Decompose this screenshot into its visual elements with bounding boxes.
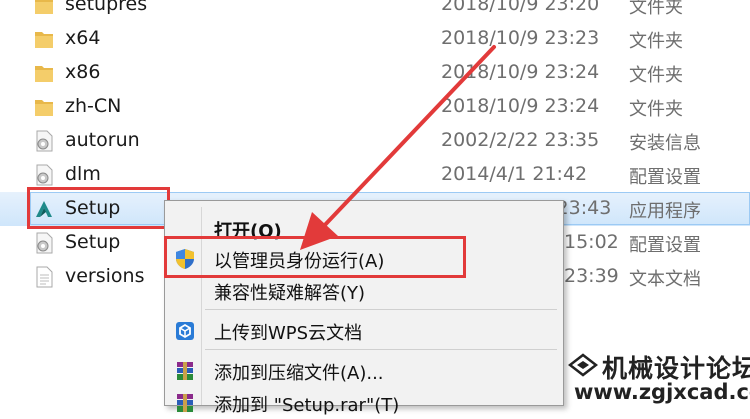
settings-file-icon	[36, 232, 53, 254]
file-row-setupres[interactable]: setupres 2018/10/9 23:20 文件夹	[0, 0, 750, 22]
file-row-zh-cn[interactable]: zh-CN 2018/10/9 23:24 文件夹	[0, 90, 750, 124]
watermark-url: www.zgjxcad.com	[574, 380, 750, 404]
file-name: x64	[65, 27, 101, 49]
file-type: 文件夹	[629, 65, 683, 86]
file-name: autorun	[65, 129, 140, 151]
folder-icon	[35, 32, 53, 48]
winrar-icon	[177, 394, 193, 412]
file-type: 文本文档	[629, 269, 701, 290]
menu-item-label: 添加到 "Setup.rar"(T)	[214, 395, 400, 416]
file-date: 23:39	[564, 265, 619, 287]
file-name: setupres	[65, 0, 148, 15]
file-row-autorun[interactable]: autorun 2002/2/22 23:35 安装信息	[0, 124, 750, 158]
file-type: 安装信息	[629, 133, 701, 154]
run-as-admin-highlight-box	[164, 236, 466, 278]
file-name: versions	[65, 265, 145, 287]
file-date: 15:02	[564, 231, 619, 253]
text-file-icon	[36, 266, 53, 288]
file-type: 配置设置	[629, 235, 701, 256]
menu-item-add-archive[interactable]: 添加到压缩文件(A)...	[165, 353, 563, 387]
file-name: zh-CN	[65, 95, 122, 117]
folder-icon	[35, 66, 53, 82]
file-date: 2002/2/22 23:35	[441, 129, 600, 151]
winrar-icon	[177, 362, 193, 380]
wps-cloud-icon	[176, 322, 194, 340]
menu-item-troubleshoot[interactable]: 兼容性疑难解答(Y)	[165, 273, 563, 307]
file-type: 文件夹	[629, 0, 683, 18]
file-name: dlm	[65, 163, 101, 185]
menu-separator	[205, 349, 557, 350]
context-menu: 打开(O) 以管理员身份运行(A) 兼容性疑难解答(Y) 上传到WPS云文档 添…	[164, 200, 564, 416]
folder-icon	[35, 0, 53, 14]
file-date: 2018/10/9 23:23	[441, 27, 600, 49]
file-row-x64[interactable]: x64 2018/10/9 23:23 文件夹	[0, 22, 750, 56]
settings-file-icon	[36, 164, 53, 186]
logo-icon	[568, 353, 598, 377]
menu-separator	[205, 309, 557, 310]
menu-item-label: 兼容性疑难解答(Y)	[214, 283, 366, 304]
file-date: 2018/10/9 23:20	[441, 0, 600, 15]
watermark: 机械设计论坛 www.zgjxcad.com	[562, 349, 750, 406]
setup-highlight-box	[27, 187, 170, 229]
folder-icon	[35, 100, 53, 116]
file-date: 2018/10/9 23:24	[441, 95, 600, 117]
file-date: 2018/10/9 23:24	[441, 61, 600, 83]
menu-item-label: 添加到压缩文件(A)...	[214, 363, 384, 384]
file-row-x86[interactable]: x86 2018/10/9 23:24 文件夹	[0, 56, 750, 90]
file-type: 应用程序	[629, 201, 701, 222]
menu-item-upload-wps[interactable]: 上传到WPS云文档	[165, 313, 563, 347]
file-name: x86	[65, 61, 101, 83]
menu-item-add-to-rar[interactable]: 添加到 "Setup.rar"(T)	[165, 385, 563, 419]
file-name: Setup	[65, 231, 121, 253]
settings-file-icon	[36, 130, 53, 152]
file-type: 文件夹	[629, 31, 683, 52]
file-type: 文件夹	[629, 99, 683, 120]
file-type: 配置设置	[629, 167, 701, 188]
menu-item-label: 上传到WPS云文档	[214, 323, 363, 344]
file-date: 2014/4/1 21:42	[441, 163, 588, 185]
